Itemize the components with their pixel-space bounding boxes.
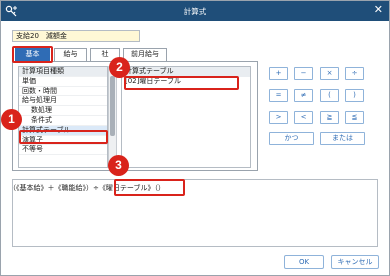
title-bar: 計算式 ✕ xyxy=(1,1,389,21)
cancel-button[interactable]: キャンセル xyxy=(331,255,379,269)
tab-previous-month-salary[interactable]: 前月給与 xyxy=(123,48,167,61)
multiply-button[interactable]: × xyxy=(320,67,339,80)
divide-button[interactable]: ÷ xyxy=(345,67,364,80)
plus-button[interactable]: + xyxy=(269,67,288,80)
category-list[interactable]: 計算項目種類 単価 回数・時間 給与処理月 数処理 条件式 計算式テーブル 演算… xyxy=(18,66,108,168)
ok-button[interactable]: OK xyxy=(284,255,324,269)
step-badge-1: 1 xyxy=(1,109,22,130)
close-icon[interactable]: ✕ xyxy=(374,4,383,16)
highlight-tab-basic xyxy=(12,46,53,63)
less-equal-button[interactable]: ≦ xyxy=(345,111,364,124)
highlight-formula-table-item xyxy=(19,130,108,144)
list-item[interactable]: 回数・時間 xyxy=(19,87,107,97)
category-scrollbar[interactable]: ▲ ▼ xyxy=(108,66,117,168)
close-paren-button[interactable]: ) xyxy=(345,89,364,102)
item-name-field: 支給20 減額金 xyxy=(12,30,140,42)
highlight-inserted-formula xyxy=(114,179,185,196)
list-item[interactable]: 条件式 xyxy=(19,116,107,126)
list-item[interactable]: 不等号 xyxy=(19,145,107,156)
equal-button[interactable]: = xyxy=(269,89,288,102)
scroll-thumb[interactable] xyxy=(110,76,115,136)
step-badge-3: 3 xyxy=(108,155,129,176)
formula-existing: （《基本給》＋《職能給》）÷ xyxy=(9,184,99,192)
or-button[interactable]: または xyxy=(320,132,365,145)
and-button[interactable]: かつ xyxy=(269,132,314,145)
greater-than-button[interactable]: > xyxy=(269,111,288,124)
less-than-button[interactable]: < xyxy=(294,111,313,124)
list-item[interactable]: 給与処理月 xyxy=(19,96,107,107)
tab-salary[interactable]: 給与 xyxy=(54,48,87,61)
category-list-header: 計算項目種類 xyxy=(19,67,107,77)
formula-dialog: 計算式 ✕ 支給20 減額金 基本 給与 社 前月給与 計算項目種類 単価 回数… xyxy=(0,0,390,276)
open-paren-button[interactable]: ( xyxy=(320,89,339,102)
highlight-weekday-table-item xyxy=(124,76,239,90)
minus-button[interactable]: − xyxy=(294,67,313,80)
list-item[interactable]: 単価 xyxy=(19,77,107,87)
list-item[interactable]: 数処理 xyxy=(19,106,107,116)
step-badge-2: 2 xyxy=(109,57,130,78)
greater-equal-button[interactable]: ≧ xyxy=(320,111,339,124)
window-title: 計算式 xyxy=(183,7,207,16)
not-equal-button[interactable]: ≠ xyxy=(294,89,313,102)
